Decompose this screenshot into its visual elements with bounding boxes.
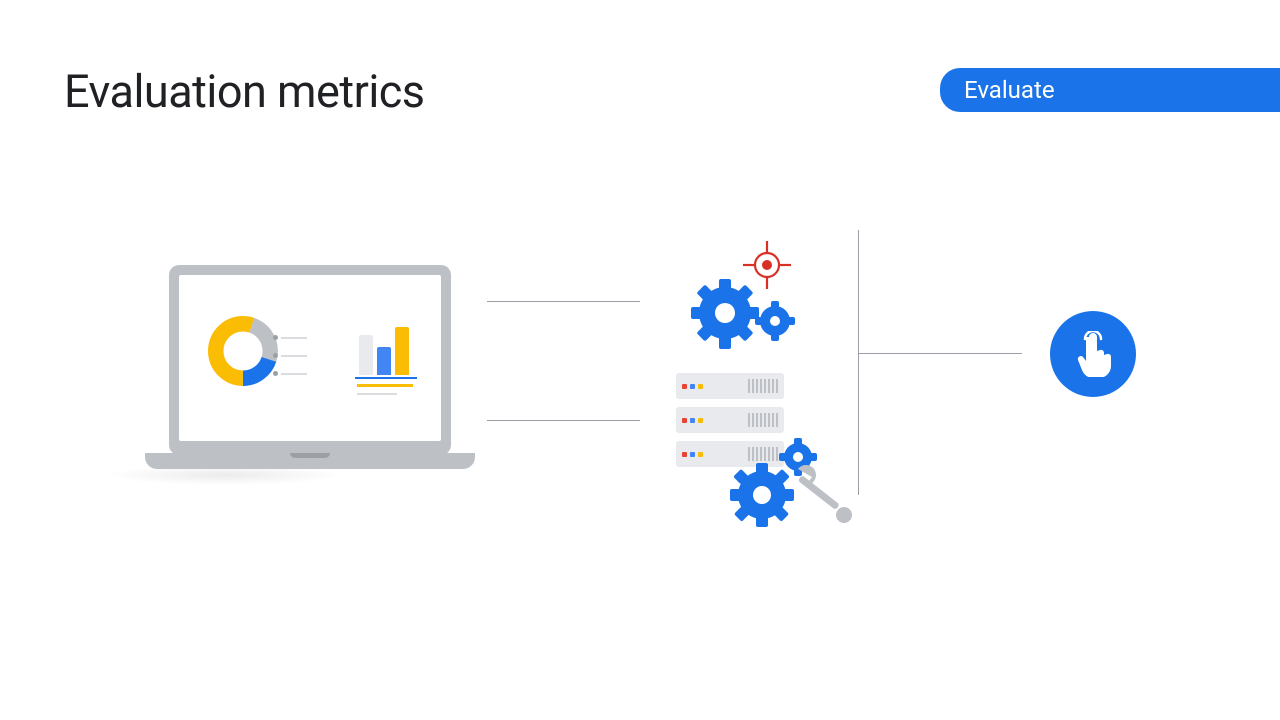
donut-chart-icon [207,315,279,387]
donut-legend-lines [281,321,307,391]
connector-line [859,353,1022,354]
gears-target-icon [675,235,815,365]
server-gears-icon [676,373,856,543]
analytics-laptop-icon [145,265,475,485]
phase-badge: Evaluate [940,68,1280,112]
bar-chart-icon [359,313,429,393]
diagram-stage [0,225,1280,555]
page-title: Evaluation metrics [64,65,425,118]
touch-pointer-icon [1050,311,1136,397]
connector-line [487,420,640,421]
connector-line [487,301,640,302]
